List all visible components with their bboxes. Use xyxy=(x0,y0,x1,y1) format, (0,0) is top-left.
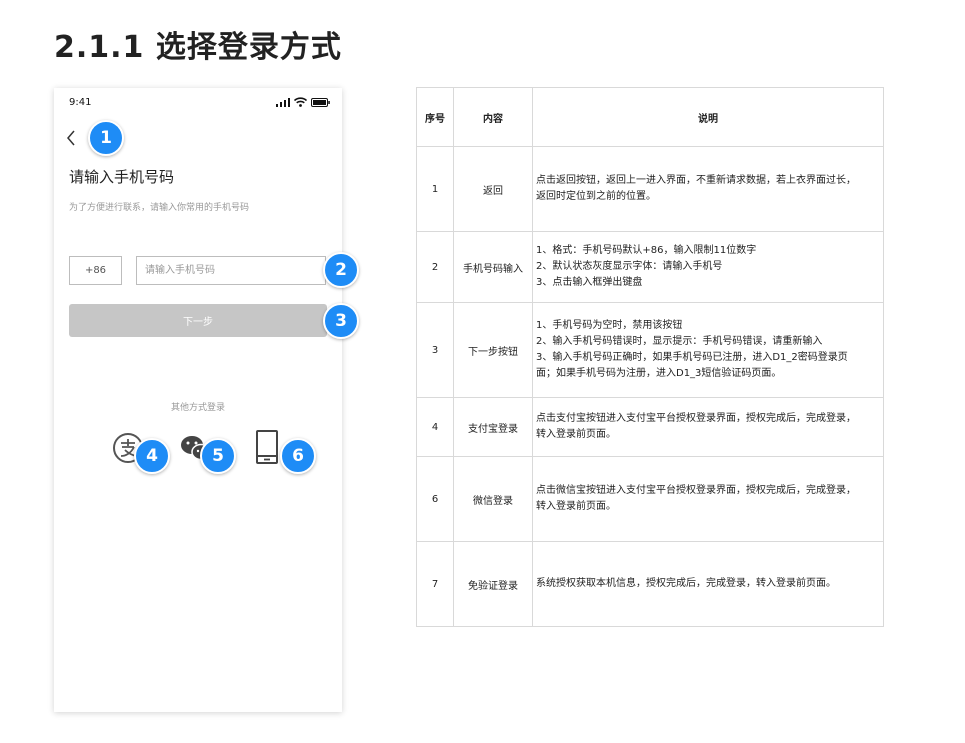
row-description: 点击支付宝按钮进入支付宝平台授权登录界面，授权完成后，完成登录， 转入登录前页面。 xyxy=(532,397,884,457)
callout-badge-1: 1 xyxy=(88,120,124,156)
country-code-selector[interactable]: +86 xyxy=(69,256,122,285)
row-content: 免验证登录 xyxy=(453,541,533,627)
heading: 请输入手机号码 xyxy=(69,168,175,186)
table-header-row: 序号 内容 说明 xyxy=(416,87,884,147)
row-no: 7 xyxy=(416,541,454,627)
other-login-label: 其他方式登录 xyxy=(170,403,225,413)
status-bar-icons xyxy=(276,97,330,107)
row-no: 6 xyxy=(416,456,454,542)
row-no: 1 xyxy=(416,146,454,232)
row-content: 支付宝登录 xyxy=(453,397,533,457)
header-content: 内容 xyxy=(453,87,533,147)
table-row: 1 返回 点击返回按钮，返回上一进入界面，不重新请求数据，若上衣界面过长， 返回时… xyxy=(416,146,884,232)
phone-mockup: 9:41 请输入手机号码 为了方便进行联系，请输入你常用的手机号码 +86 下一… xyxy=(54,88,342,712)
row-description: 1、格式：手机号码默认+86，输入限制11位数字 2、默认状态灰度显示字体：请输入… xyxy=(532,231,884,303)
header-no: 序号 xyxy=(416,87,454,147)
page-title: 2.1.1 选择登录方式 xyxy=(54,30,342,65)
callout-badge-6: 6 xyxy=(280,438,316,474)
callout-badge-2: 2 xyxy=(323,252,359,288)
row-no: 2 xyxy=(416,231,454,303)
back-icon[interactable] xyxy=(66,129,76,149)
table-row: 2 手机号码输入 1、格式：手机号码默认+86，输入限制11位数字 2、默认状态灰… xyxy=(416,231,884,303)
row-description: 系统授权获取本机信息，授权完成后，完成登录，转入登录前页面。 xyxy=(532,541,884,627)
row-description: 点击返回按钮，返回上一进入界面，不重新请求数据，若上衣界面过长， 返回时定位到之前… xyxy=(532,146,884,232)
row-content: 微信登录 xyxy=(453,456,533,542)
row-description: 1、手机号码为空时，禁用该按钮 2、输入手机号码错误时，显示提示：手机号码错误，请… xyxy=(532,302,884,398)
row-content: 返回 xyxy=(453,146,533,232)
row-no: 3 xyxy=(416,302,454,398)
row-content: 手机号码输入 xyxy=(453,231,533,303)
mobile-device-icon[interactable] xyxy=(255,430,279,469)
row-content: 下一步按钮 xyxy=(453,302,533,398)
header-description: 说明 xyxy=(532,87,884,147)
subheading: 为了方便进行联系，请输入你常用的手机号码 xyxy=(69,203,250,213)
table-row: 6 微信登录 点击微信宝按钮进入支付宝平台授权登录界面，授权完成后，完成登录，转… xyxy=(416,456,884,542)
wifi-icon xyxy=(294,97,307,107)
status-time: 9:41 xyxy=(69,97,92,108)
table-row: 3 下一步按钮 1、手机号码为空时，禁用该按钮 2、输入手机号码错误时，显示提示：… xyxy=(416,302,884,398)
table-row: 7 免验证登录 系统授权获取本机信息，授权完成后，完成登录，转入登录前页面。 xyxy=(416,541,884,627)
phone-number-input[interactable] xyxy=(136,256,326,285)
callout-badge-3: 3 xyxy=(323,303,359,339)
battery-icon xyxy=(311,97,330,107)
table-row: 4 支付宝登录 点击支付宝按钮进入支付宝平台授权登录界面，授权完成后，完成登录，… xyxy=(416,397,884,457)
spec-table: 序号 内容 说明 1 返回 点击返回按钮，返回上一进入界面，不重新请求数据，若上… xyxy=(416,87,884,627)
next-button[interactable]: 下一步 xyxy=(69,304,327,337)
callout-badge-5: 5 xyxy=(200,438,236,474)
row-no: 4 xyxy=(416,397,454,457)
row-description: 点击微信宝按钮进入支付宝平台授权登录界面，授权完成后，完成登录， 转入登录前页面。 xyxy=(532,456,884,542)
signal-icon xyxy=(276,97,290,107)
callout-badge-4: 4 xyxy=(134,438,170,474)
